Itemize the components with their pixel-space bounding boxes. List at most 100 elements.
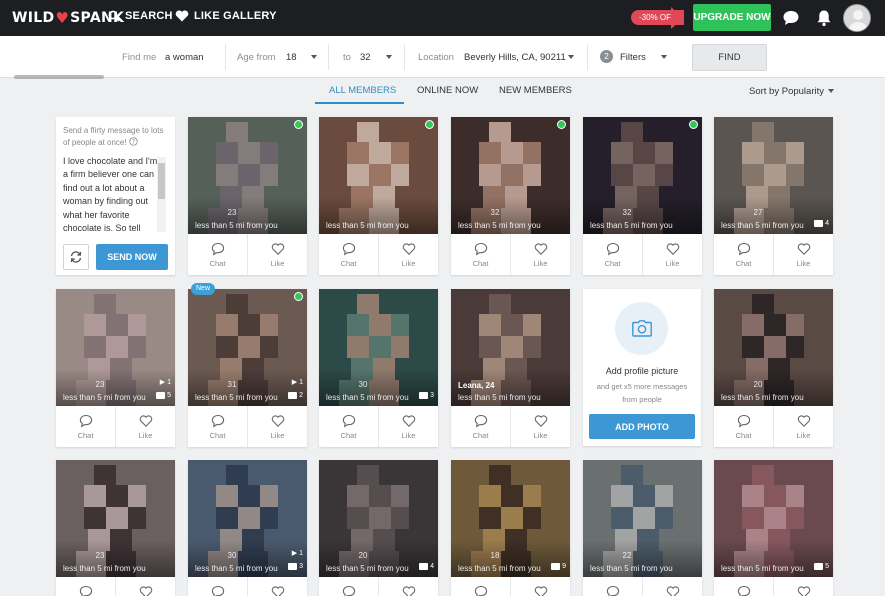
tab-all-members[interactable]: ALL MEMBERS: [329, 85, 396, 96]
member-photo[interactable]: 23 less than 5 mi from you: [188, 117, 307, 234]
member-card[interactable]: 20 less than 5 mi from you 4 Chat Like: [319, 460, 438, 596]
member-photo[interactable]: 20 less than 5 mi from you 4: [319, 460, 438, 577]
like-button[interactable]: Like: [115, 406, 175, 447]
like-button[interactable]: Like: [115, 577, 175, 596]
member-photo[interactable]: 23 less than 5 mi from you: [56, 460, 175, 577]
chat-button[interactable]: Chat: [583, 577, 642, 596]
chat-button[interactable]: Chat: [319, 234, 378, 275]
help-circle-icon[interactable]: ?: [129, 137, 138, 146]
member-photo[interactable]: 30 less than 5 mi from you ▶ 1 3: [188, 460, 307, 577]
nav-search-link[interactable]: SEARCH: [108, 10, 173, 22]
like-button[interactable]: Like: [378, 234, 438, 275]
location-select[interactable]: Beverly Hills, CA, 90211: [464, 52, 566, 63]
like-button[interactable]: Like: [378, 406, 438, 447]
tab-online-now[interactable]: ONLINE NOW: [417, 85, 478, 96]
pixelated-photo-block: [764, 507, 786, 529]
member-photo[interactable]: 20 less than 5 mi from you: [714, 289, 833, 406]
member-card[interactable]: 32 less than 5 mi from you Chat Like: [451, 117, 570, 275]
like-button[interactable]: Like: [510, 577, 570, 596]
like-button[interactable]: Like: [642, 577, 702, 596]
sort-chevron-down-icon[interactable]: [828, 89, 834, 93]
chat-button[interactable]: Chat: [56, 406, 115, 447]
pixelated-photo-block: [742, 485, 764, 507]
find-button[interactable]: FIND: [692, 44, 767, 71]
upgrade-now-button[interactable]: UPGRADE NOW: [693, 4, 771, 31]
member-photo[interactable]: 32 less than 5 mi from you: [451, 117, 570, 234]
chat-button[interactable]: Chat: [451, 406, 510, 447]
send-now-button[interactable]: SEND NOW: [96, 244, 168, 270]
user-avatar[interactable]: [843, 4, 871, 32]
chat-button[interactable]: Chat: [451, 577, 510, 596]
member-card[interactable]: 31 less than 5 mi from you ▶ 1 2 Chat Like N…: [188, 283, 307, 447]
message-textarea[interactable]: I love chocolate and I'm a firm believer…: [63, 155, 161, 233]
member-card[interactable]: 32 less than 5 mi from you Chat Like: [583, 117, 702, 275]
chat-button[interactable]: Chat: [714, 577, 773, 596]
member-card[interactable]: 23 less than 5 mi from you ▶ 1 5 Chat Like: [56, 289, 175, 447]
member-card[interactable]: 18 less than 5 mi from you 9 Chat Like: [451, 460, 570, 596]
member-card[interactable]: Leana, 24 less than 5 mi from you Chat Li…: [451, 289, 570, 447]
like-button[interactable]: Like: [247, 577, 307, 596]
like-button[interactable]: Like: [378, 577, 438, 596]
chat-button[interactable]: Chat: [714, 234, 773, 275]
like-button[interactable]: Like: [247, 406, 307, 447]
chat-button[interactable]: Chat: [451, 234, 510, 275]
chat-bubble-icon: [79, 585, 92, 596]
video-camera-icon: ▶: [159, 379, 166, 386]
member-card[interactable]: less than 5 mi from you Chat Like: [319, 117, 438, 275]
member-photo[interactable]: less than 5 mi from you 5: [714, 460, 833, 577]
member-actions: Chat Like: [319, 234, 438, 275]
nav-like-gallery-link[interactable]: LIKE GALLERY: [175, 10, 277, 22]
member-card[interactable]: 30 less than 5 mi from you 3 Chat Like: [319, 289, 438, 447]
age-from-chevron-down-icon[interactable]: [311, 55, 317, 59]
refresh-message-button[interactable]: [63, 244, 89, 270]
member-photo[interactable]: Leana, 24 less than 5 mi from you: [451, 289, 570, 406]
like-button[interactable]: Like: [773, 234, 833, 275]
chat-button[interactable]: Chat: [188, 577, 247, 596]
like-button[interactable]: Like: [773, 406, 833, 447]
sort-dropdown[interactable]: Sort by Popularity: [749, 86, 824, 97]
find-me-select[interactable]: a woman: [165, 52, 204, 63]
age-to-select[interactable]: 32: [360, 52, 371, 63]
location-chevron-down-icon[interactable]: [568, 55, 574, 59]
age-to-chevron-down-icon[interactable]: [386, 55, 392, 59]
chat-button[interactable]: Chat: [188, 406, 247, 447]
member-photo[interactable]: 18 less than 5 mi from you 9: [451, 460, 570, 577]
member-card[interactable]: 20 less than 5 mi from you Chat Like: [714, 289, 833, 447]
member-photo[interactable]: 30 less than 5 mi from you 3: [319, 289, 438, 406]
member-card[interactable]: less than 5 mi from you 5 Chat Like: [714, 460, 833, 596]
member-photo[interactable]: 31 less than 5 mi from you ▶ 1 2: [188, 289, 307, 406]
message-scrollbar[interactable]: [157, 157, 166, 232]
member-card[interactable]: 22 less than 5 mi from you Chat Like: [583, 460, 702, 596]
like-button[interactable]: Like: [642, 234, 702, 275]
chat-button[interactable]: Chat: [714, 406, 773, 447]
chat-button[interactable]: Chat: [319, 577, 378, 596]
like-button[interactable]: Like: [247, 234, 307, 275]
pixelated-photo-block: [347, 164, 369, 186]
tab-new-members[interactable]: NEW MEMBERS: [499, 85, 572, 96]
member-photo[interactable]: 32 less than 5 mi from you: [583, 117, 702, 234]
member-card[interactable]: 23 less than 5 mi from you Chat Like: [56, 460, 175, 596]
add-photo-button[interactable]: ADD PHOTO: [589, 414, 695, 439]
search-icon: [108, 10, 120, 22]
pixelated-photo-block: [786, 142, 804, 164]
member-card[interactable]: 23 less than 5 mi from you Chat Like: [188, 117, 307, 275]
chat-button[interactable]: Chat: [188, 234, 247, 275]
chat-button[interactable]: Chat: [583, 234, 642, 275]
member-photo[interactable]: 27 less than 5 mi from you 4: [714, 117, 833, 234]
member-photo[interactable]: 23 less than 5 mi from you ▶ 1 5: [56, 289, 175, 406]
like-button[interactable]: Like: [510, 234, 570, 275]
chat-button[interactable]: Chat: [56, 577, 115, 596]
like-button[interactable]: Like: [773, 577, 833, 596]
message-scrollbar-thumb[interactable]: [158, 163, 165, 199]
member-card[interactable]: 27 less than 5 mi from you 4 Chat Like: [714, 117, 833, 275]
member-photo[interactable]: 22 less than 5 mi from you: [583, 460, 702, 577]
member-photo[interactable]: less than 5 mi from you: [319, 117, 438, 234]
messages-icon[interactable]: [782, 9, 800, 27]
age-from-select[interactable]: 18: [286, 52, 297, 63]
member-card[interactable]: 30 less than 5 mi from you ▶1 3 Chat Like: [188, 460, 307, 596]
filters-chevron-down-icon[interactable]: [661, 55, 667, 59]
notifications-bell-icon[interactable]: [815, 9, 833, 27]
like-button[interactable]: Like: [510, 406, 570, 447]
filters-dropdown[interactable]: Filters: [620, 52, 646, 63]
chat-button[interactable]: Chat: [319, 406, 378, 447]
